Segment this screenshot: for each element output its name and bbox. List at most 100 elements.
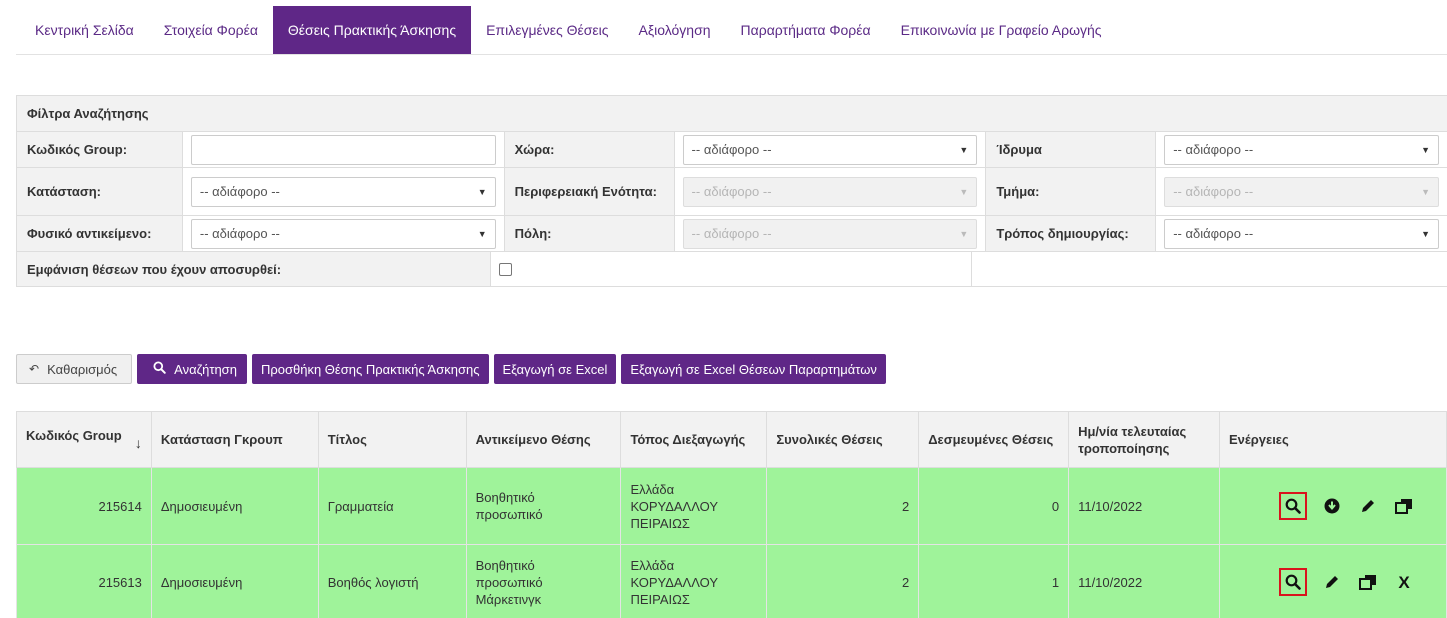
add-position-button[interactable]: Προσθήκη Θέσης Πρακτικής Άσκησης [251, 354, 489, 384]
download-icon[interactable] [1321, 495, 1343, 517]
chevron-down-icon: ▼ [1421, 186, 1431, 197]
column-header-position-object[interactable]: Αντικείμενο Θέσης [465, 411, 622, 468]
object-line: Βοηθητικό [475, 490, 535, 505]
institution-select[interactable]: -- αδιάφορο -- ▼ [1164, 134, 1440, 165]
clear-button[interactable]: ↶ Καθαρισμός [16, 354, 133, 384]
cell-date: 11/10/2022 [1068, 467, 1220, 545]
city-select-value: -- αδιάφορο -- [691, 226, 772, 241]
cell-actions [1218, 467, 1447, 545]
chevron-down-icon: ▼ [959, 144, 969, 155]
column-header-group-status[interactable]: Κατάσταση Γκρουπ [150, 411, 319, 468]
creation-method-label: Τρόπος δημιουργίας: [986, 216, 1157, 251]
status-select[interactable]: -- αδιάφορο -- ▼ [190, 176, 496, 207]
region-cell: -- αδιάφορο -- ▼ [674, 168, 987, 215]
tab-helpdesk-contact[interactable]: Επικοινωνία με Γραφείο Αρωγής [886, 6, 1117, 54]
object-select-value: -- αδιάφορο -- [199, 226, 280, 241]
status-select-value: -- αδιάφορο -- [199, 184, 280, 199]
country-cell: -- αδιάφορο -- ▼ [674, 132, 987, 167]
edit-icon[interactable] [1321, 571, 1343, 593]
tab-selected-positions[interactable]: Επιλεγμένες Θέσεις [471, 6, 623, 54]
creation-method-select[interactable]: -- αδιάφορο -- ▼ [1164, 218, 1440, 249]
group-code-input[interactable] [190, 134, 496, 165]
export-branches-excel-button[interactable]: Εξαγωγή σε Excel Θέσεων Παραρτημάτων [621, 354, 886, 384]
department-select-value: -- αδιάφορο -- [1173, 184, 1254, 199]
city-select: -- αδιάφορο -- ▼ [682, 218, 978, 249]
creation-method-select-value: -- αδιάφορο -- [1173, 226, 1254, 241]
country-select[interactable]: -- αδιάφορο -- ▼ [682, 134, 978, 165]
department-cell: -- αδιάφορο -- ▼ [1156, 168, 1447, 215]
table-header-row: ↓ Κωδικός Group Κατάσταση Γκρουπ Τίτλος Α… [16, 411, 1447, 468]
column-header-reserved-positions[interactable]: Δεσμευμένες Θέσεις [918, 411, 1070, 468]
object-label: Φυσικό αντικείμενο: [17, 216, 183, 251]
object-select[interactable]: -- αδιάφορο -- ▼ [190, 218, 496, 249]
object-line: προσωπικό [475, 507, 543, 522]
cell-object: Βοηθητικό προσωπικό [465, 467, 622, 545]
filter-row: Κωδικός Group: Χώρα: -- αδιάφορο -- ▼ Ίδρ… [17, 132, 1447, 168]
column-header-title[interactable]: Τίτλος [317, 411, 467, 468]
cell-group-code: 215613 [16, 544, 152, 618]
nav-divider [16, 54, 1447, 55]
tab-home[interactable]: Κεντρική Σελίδα [20, 6, 149, 54]
tab-branches[interactable]: Παραρτήματα Φορέα [726, 6, 886, 54]
location-line: ΠΕΙΡΑΙΩΣ [630, 515, 690, 531]
cell-object: Βοηθητικό προσωπικό Μάρκετινγκ [465, 544, 622, 618]
location-line: ΠΕΙΡΑΙΩΣ [630, 591, 690, 607]
column-header-group-code[interactable]: ↓ Κωδικός Group [16, 411, 152, 468]
chevron-down-icon: ▼ [477, 228, 487, 239]
chevron-down-icon: ▼ [959, 228, 969, 239]
delete-icon[interactable]: X [1393, 571, 1415, 593]
withdrawn-cell [490, 252, 973, 286]
location-line: ΚΟΡΥΔΑΛΛΟΥ [630, 574, 719, 590]
column-header-location[interactable]: Τόπος Διεξαγωγής [620, 411, 768, 468]
status-cell: -- αδιάφορο -- ▼ [182, 168, 505, 215]
cell-location: Ελλάδα ΚΟΡΥΔΑΛΛΟΥ ΠΕΙΡΑΙΩΣ [620, 544, 768, 618]
row-actions: X [1229, 568, 1437, 596]
tab-organization-details[interactable]: Στοιχεία Φορέα [149, 6, 273, 54]
search-button[interactable]: Αναζήτηση [137, 354, 247, 384]
cell-actions: X [1218, 544, 1447, 618]
column-header-total-positions[interactable]: Συνολικές Θέσεις [766, 411, 920, 468]
creation-method-cell: -- αδιάφορο -- ▼ [1156, 216, 1447, 251]
cell-status: Δημοσιευμένη [150, 467, 319, 545]
clear-button-label: Καθαρισμός [47, 361, 118, 377]
withdrawn-checkbox[interactable] [498, 262, 512, 276]
action-buttons: ↶ Καθαρισμός Αναζήτηση Προσθήκη Θέσης Πρ… [16, 354, 886, 384]
row-actions [1229, 492, 1437, 520]
cell-reserved: 1 [918, 544, 1070, 618]
filter-row: Φυσικό αντικείμενο: -- αδιάφορο -- ▼ Πόλη… [17, 216, 1447, 252]
location-line: ΚΟΡΥΔΑΛΛΟΥ [630, 498, 719, 514]
institution-cell: -- αδιάφορο -- ▼ [1156, 132, 1447, 167]
withdrawn-label: Εμφάνιση θέσεων που έχουν αποσυρθεί: [17, 252, 491, 286]
cell-group-code: 215614 [16, 467, 152, 545]
filters-title: Φίλτρα Αναζήτησης [17, 96, 1447, 132]
object-line: Μάρκετινγκ [475, 591, 542, 607]
institution-select-value: -- αδιάφορο -- [1173, 142, 1254, 157]
edit-icon[interactable] [1357, 495, 1379, 517]
filter-row: Εμφάνιση θέσεων που έχουν αποσυρθεί: [17, 252, 1447, 286]
table-row: 215614 Δημοσιευμένη Γραμματεία Βοηθητικό… [16, 467, 1447, 545]
search-icon[interactable] [1278, 568, 1307, 596]
tab-evaluation[interactable]: Αξιολόγηση [624, 6, 726, 54]
copy-icon[interactable] [1357, 571, 1379, 593]
chevron-down-icon: ▼ [477, 186, 487, 197]
tab-internship-positions[interactable]: Θέσεις Πρακτικής Άσκησης [272, 6, 472, 54]
group-code-cell [182, 132, 505, 167]
city-label: Πόλη: [504, 216, 675, 251]
positions-table: ↓ Κωδικός Group Κατάσταση Γκρουπ Τίτλος Α… [16, 411, 1447, 618]
status-label: Κατάσταση: [17, 168, 183, 215]
cell-total: 2 [766, 467, 920, 545]
department-select: -- αδιάφορο -- ▼ [1164, 176, 1440, 207]
object-cell: -- αδιάφορο -- ▼ [182, 216, 505, 251]
location-line: Ελλάδα [630, 557, 675, 573]
cell-location: Ελλάδα ΚΟΡΥΔΑΛΛΟΥ ΠΕΙΡΑΙΩΣ [620, 467, 768, 545]
reset-icon: ↶ [29, 362, 40, 376]
table-row: 215613 Δημοσιευμένη Βοηθός λογιστή Βοηθη… [16, 544, 1447, 618]
chevron-down-icon: ▼ [1421, 228, 1431, 239]
copy-icon[interactable] [1393, 495, 1415, 517]
search-icon[interactable] [1278, 492, 1307, 520]
chevron-down-icon: ▼ [959, 186, 969, 197]
institution-label: Ίδρυμα [986, 132, 1157, 167]
chevron-down-icon: ▼ [1421, 144, 1431, 155]
column-header-last-modified[interactable]: Ημ/νία τελευταίας τροποποίησης [1068, 411, 1220, 468]
export-excel-button[interactable]: Εξαγωγή σε Excel [493, 354, 617, 384]
